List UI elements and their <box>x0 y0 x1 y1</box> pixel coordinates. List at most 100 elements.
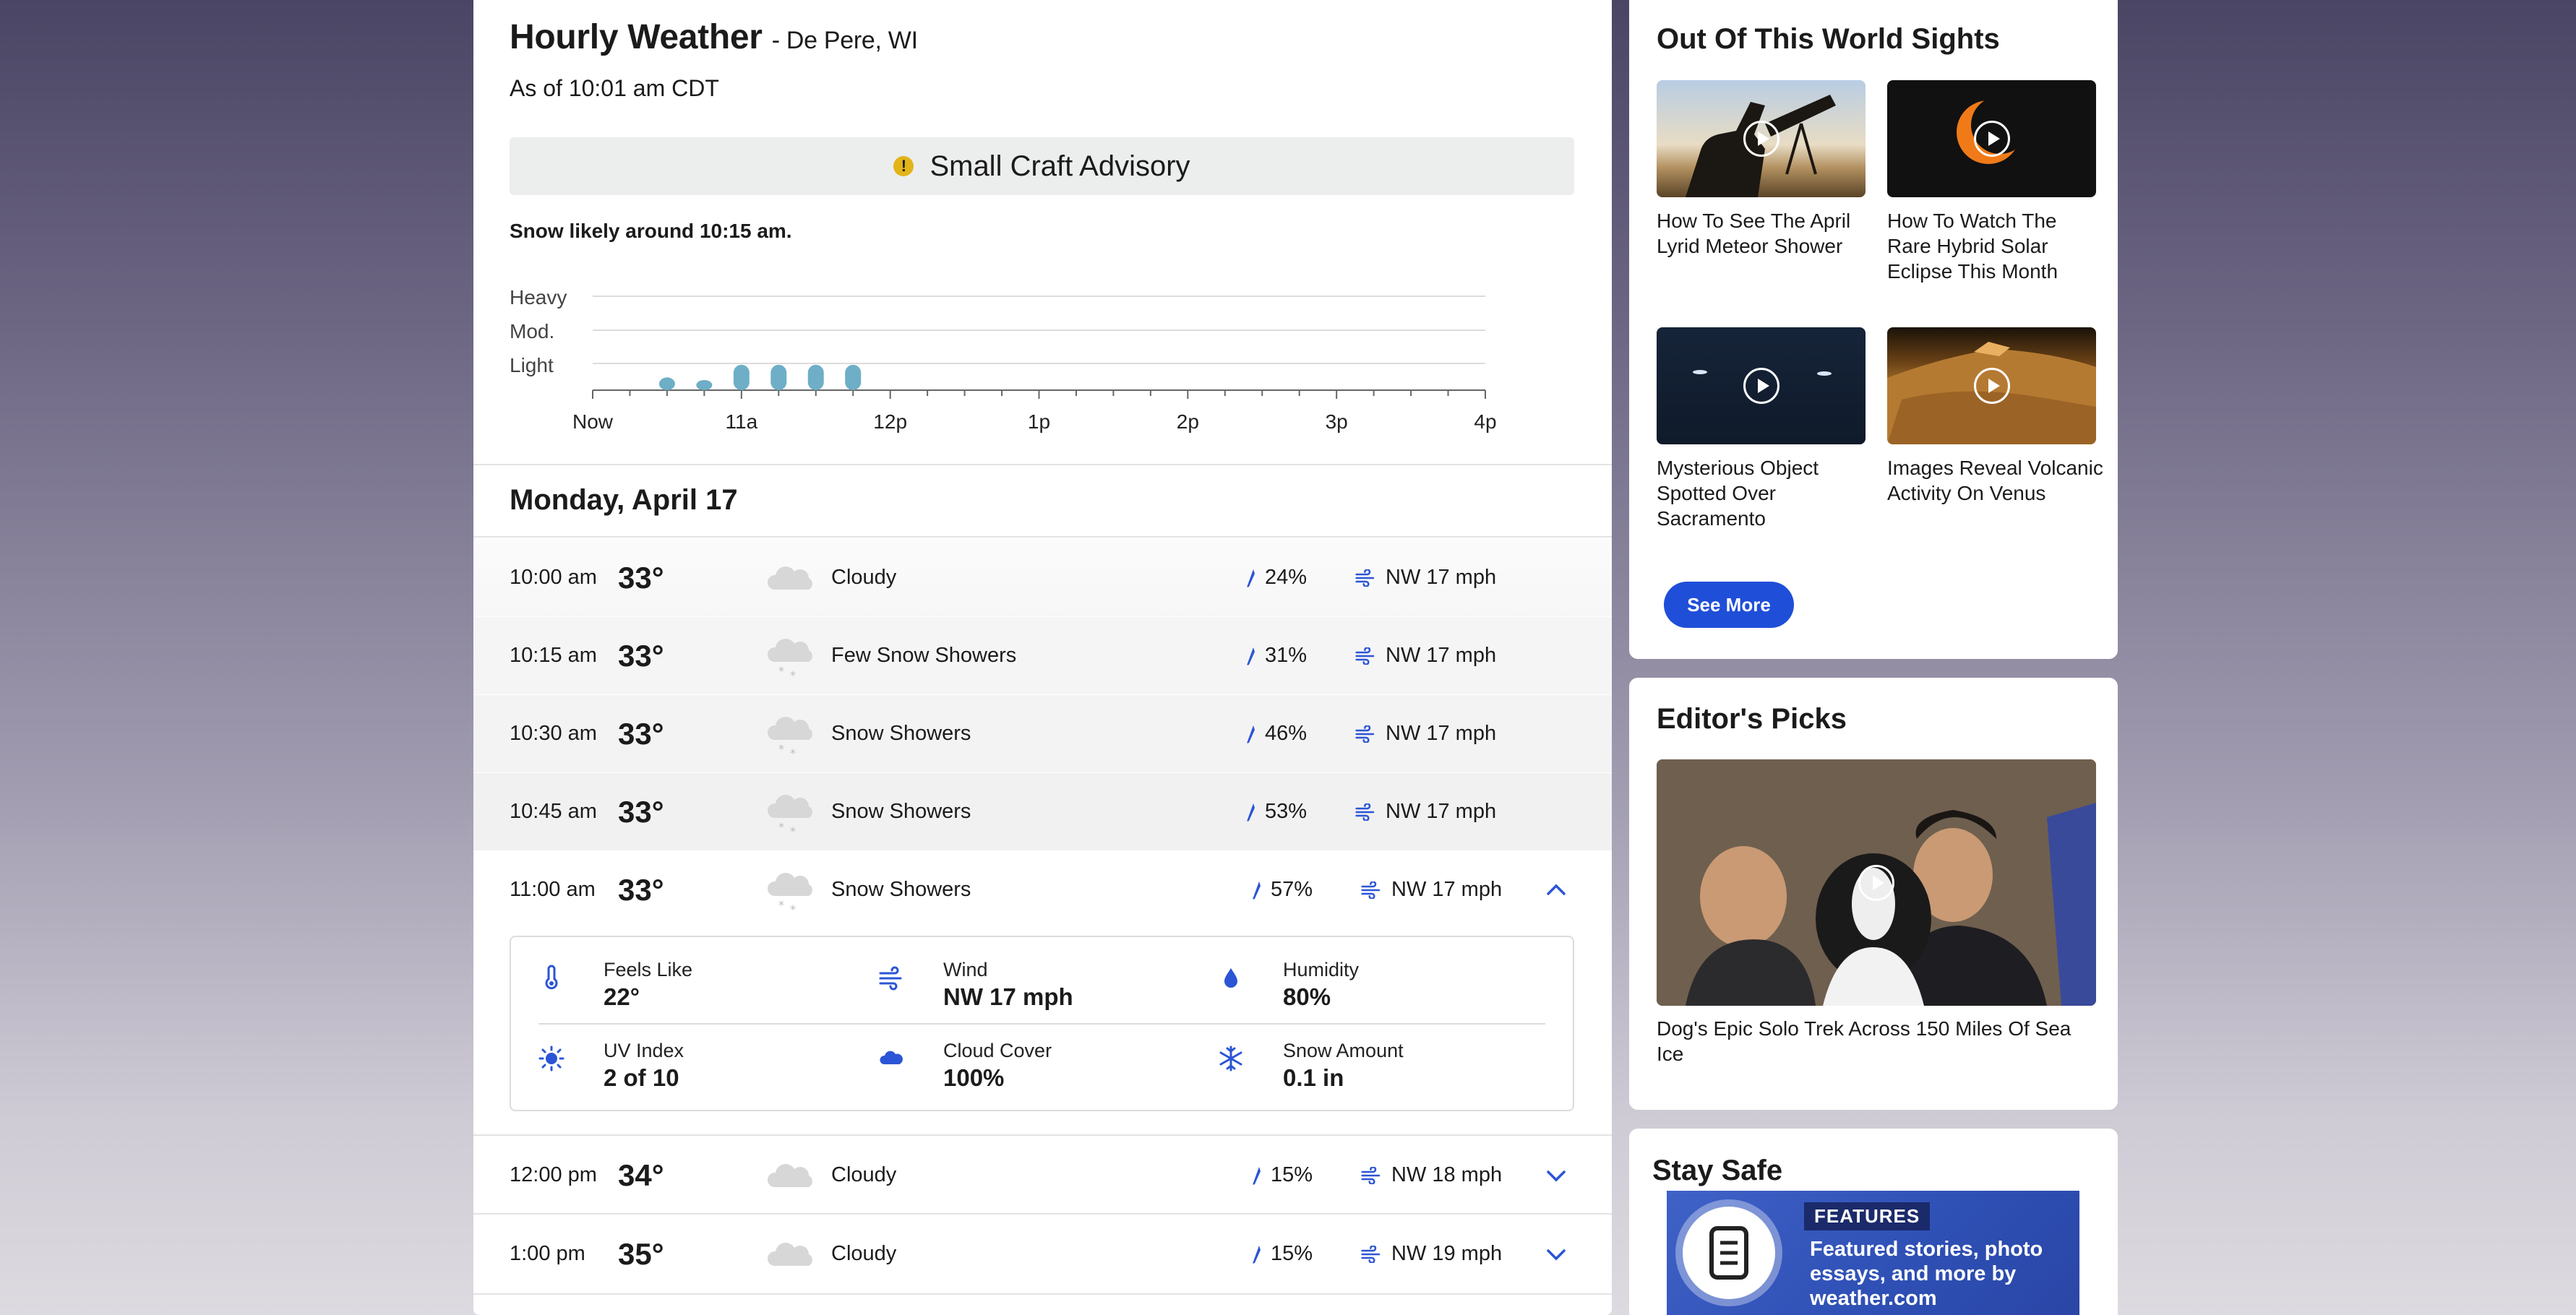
hour-precip: 24% <box>1243 539 1307 616</box>
condition-icon: * * <box>763 714 820 760</box>
hour-condition: Cloudy <box>831 1163 897 1186</box>
features-banner[interactable]: FEATURES Featured stories, photo essays,… <box>1667 1191 2079 1315</box>
expand-toggle[interactable] <box>1543 877 1569 903</box>
editors-picks-caption[interactable]: Dog's Epic Solo Trek Across 150 Miles Of… <box>1657 1016 2098 1066</box>
condition-icon <box>763 1155 820 1199</box>
detail-value: 0.1 in <box>1283 1064 1344 1091</box>
chart-tick-label: 3p <box>1325 410 1348 433</box>
stay-safe-card: Stay Safe FEATURES Featured stories, pho… <box>1629 1129 2118 1315</box>
hour-time: 10:00 am <box>510 566 597 589</box>
hour-wind: NW 17 mph <box>1361 851 1502 928</box>
hourly-row[interactable]: 12:00 pm 34° Cloudy 15% NW 18 mph <box>473 1137 1612 1214</box>
cloud-icon <box>767 1163 812 1187</box>
hour-wind: NW 17 mph <box>1355 539 1496 616</box>
sights-card: Out Of This World Sights How To See The … <box>1629 0 2118 659</box>
sights-title: Out Of This World Sights <box>1657 23 2000 55</box>
page-title: Hourly Weather - De Pere, WI <box>510 17 918 57</box>
video-thumbnail-meteor[interactable] <box>1657 80 1866 197</box>
hourly-row[interactable]: 10:15 am 33° * * Few Snow Showers 31% NW 17 mp… <box>473 617 1612 694</box>
advisory-label: Small Craft Advisory <box>929 150 1190 182</box>
detail-value: 100% <box>943 1064 1005 1091</box>
day-title: Monday, April 17 <box>510 484 738 516</box>
precip-summary: Snow likely around 10:15 am. <box>510 220 792 242</box>
svg-text:*: * <box>790 746 796 757</box>
detail-feels-like: Feels Like 22° <box>538 959 842 1017</box>
detail-humidity: Humidity 80% <box>1218 959 1521 1017</box>
precip-bar <box>845 364 862 390</box>
precip-bar <box>696 379 713 390</box>
article-icon <box>1683 1207 1775 1299</box>
hour-condition: Cloudy <box>831 1242 897 1265</box>
chart-level-heavy: Heavy <box>510 286 567 309</box>
hour-wind: NW 17 mph <box>1355 773 1496 850</box>
hourly-row[interactable]: 10:00 am 33° Cloudy 24% NW 17 mph <box>473 539 1612 616</box>
hour-temp: 33° <box>618 795 664 829</box>
editors-picks-title: Editor's Picks <box>1657 703 1847 735</box>
cloud-icon <box>767 566 812 590</box>
divider <box>473 1134 1612 1136</box>
sights-caption[interactable]: Mysterious Object Spotted Over Sacrament… <box>1657 455 1873 531</box>
play-icon <box>1743 121 1779 157</box>
condition-icon <box>763 558 820 601</box>
precip-drop-icon <box>1253 881 1261 900</box>
hour-precip: 31% <box>1243 617 1307 694</box>
condition-icon: * * <box>763 792 820 838</box>
precip-value: 53% <box>1265 800 1308 823</box>
precip-drop-icon <box>1247 803 1255 822</box>
expand-toggle[interactable] <box>1543 1163 1569 1189</box>
wind-icon <box>1355 647 1375 665</box>
wind-icon <box>1355 725 1375 743</box>
sights-caption[interactable]: How To Watch The Rare Hybrid Solar Eclip… <box>1887 208 2104 284</box>
wind-icon <box>1361 1166 1381 1184</box>
sights-caption[interactable]: Images Reveal Volcanic Activity On Venus <box>1887 455 2104 506</box>
snow-cloud-icon: * * <box>767 794 812 838</box>
chart-tick-label: 11a <box>725 410 758 433</box>
precip-value: 24% <box>1265 566 1308 589</box>
svg-text:*: * <box>778 898 784 912</box>
thermometer-icon <box>545 965 558 990</box>
chart-level-light: Light <box>510 354 554 376</box>
hour-condition: Few Snow Showers <box>831 644 1017 667</box>
see-more-button[interactable]: See More <box>1664 582 1794 628</box>
expand-toggle[interactable] <box>1543 1241 1569 1267</box>
sights-caption[interactable]: How To See The April Lyrid Meteor Shower <box>1657 208 1873 259</box>
wind-icon <box>1361 881 1381 899</box>
precip-drop-icon <box>1247 569 1255 587</box>
condition-icon: * * <box>763 870 820 916</box>
precip-bar <box>770 364 787 390</box>
detail-snow-amount: Snow Amount 0.1 in <box>1218 1040 1521 1098</box>
snow-cloud-icon: * * <box>767 638 812 682</box>
detail-label: Humidity <box>1283 959 1360 980</box>
hour-temp: 33° <box>618 639 664 673</box>
hour-temp: 34° <box>618 1158 664 1192</box>
precip-bar <box>807 364 824 390</box>
hour-precip: 46% <box>1243 695 1307 772</box>
advisory-banner[interactable]: ! Small Craft Advisory <box>510 137 1574 195</box>
precip-drop-icon <box>1247 725 1255 743</box>
detail-label: Snow Amount <box>1283 1040 1404 1061</box>
video-thumbnail-dog-trek[interactable] <box>1657 759 2096 1006</box>
location-label: - De Pere, WI <box>771 27 918 54</box>
hour-wind: NW 18 mph <box>1361 1137 1502 1214</box>
chevron-down-icon <box>1547 1170 1566 1182</box>
video-thumbnail-venus[interactable] <box>1887 327 2096 444</box>
video-thumbnail-eclipse[interactable] <box>1887 80 2096 197</box>
chevron-down-icon <box>1547 1249 1566 1261</box>
hourly-row[interactable]: 10:30 am 33° * * Snow Showers 46% NW 17 mph <box>473 695 1612 772</box>
detail-uv-index: UV Index 2 of 10 <box>538 1040 842 1098</box>
wind-icon <box>879 966 902 991</box>
detail-label: Wind <box>943 959 988 980</box>
wind-value: NW 17 mph <box>1386 800 1497 823</box>
detail-wind: Wind NW 17 mph <box>878 959 1182 1017</box>
detail-value: 2 of 10 <box>604 1064 679 1091</box>
hour-time: 10:30 am <box>510 722 597 745</box>
wind-value: NW 17 mph <box>1386 644 1497 667</box>
hourly-row[interactable]: 10:45 am 33° * * Snow Showers 53% NW 17 mph <box>473 773 1612 850</box>
hour-wind: NW 19 mph <box>1361 1215 1502 1293</box>
hourly-row[interactable]: 11:00 am 33° * * Snow Showers 57% NW 17 mph <box>473 851 1612 928</box>
hourly-row[interactable]: 1:00 pm 35° Cloudy 15% NW 19 mph <box>473 1215 1612 1293</box>
video-thumbnail-object[interactable] <box>1657 327 1866 444</box>
hour-condition: Snow Showers <box>831 800 971 823</box>
precip-value: 46% <box>1265 722 1308 745</box>
play-icon <box>1973 121 2010 157</box>
